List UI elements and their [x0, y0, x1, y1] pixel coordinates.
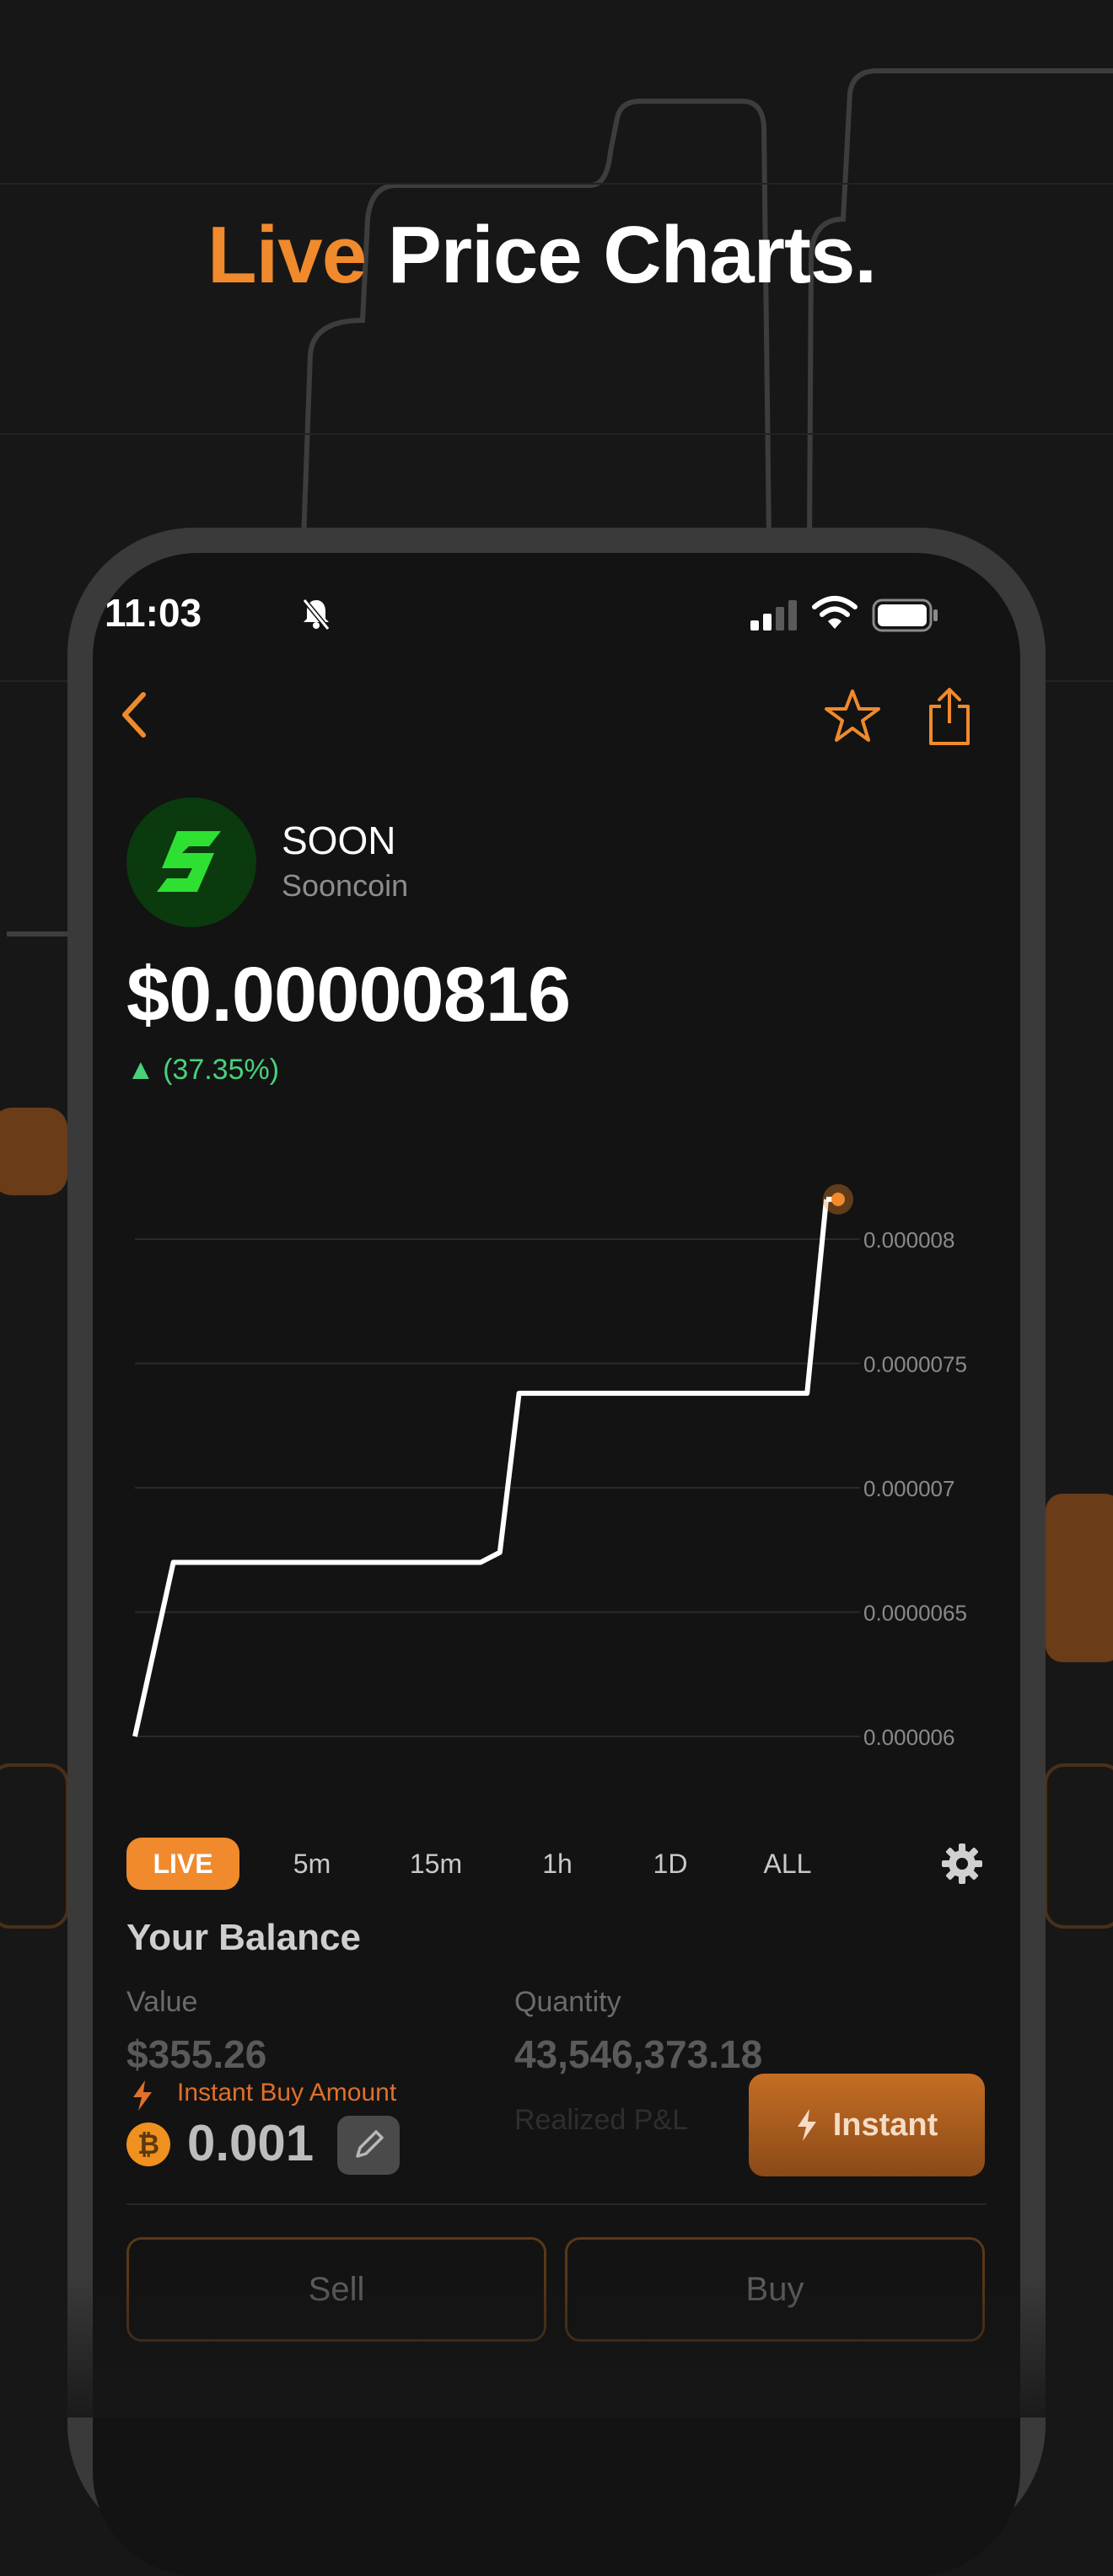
lightning-icon — [797, 2109, 816, 2141]
tab-1d[interactable]: 1D — [632, 1838, 708, 1890]
instant-buy-amount: 0.001 — [187, 2115, 315, 2171]
battery-icon — [872, 598, 938, 632]
tab-all[interactable]: ALL — [745, 1838, 830, 1890]
bell-muted-icon — [302, 598, 331, 631]
balance-quantity: 43,546,373.18 — [514, 2032, 763, 2076]
tab-5m[interactable]: 5m — [270, 1838, 354, 1890]
time-range-tabs: LIVE 5m 15m 1h 1D ALL — [126, 1838, 868, 1890]
pencil-icon — [356, 2130, 384, 2158]
sooncoin-logo-icon — [157, 831, 221, 892]
gear-icon[interactable] — [941, 1843, 983, 1885]
y-tick-label: 0.000006 — [863, 1725, 954, 1750]
instant-buy-button[interactable]: Instant — [749, 2074, 985, 2176]
coin-logo — [126, 797, 256, 927]
tab-15m[interactable]: 15m — [390, 1838, 482, 1890]
instant-button-label: Instant — [832, 2106, 938, 2143]
share-icon[interactable] — [924, 684, 975, 747]
headline-rest: Price Charts. — [387, 210, 877, 300]
balance-title: Your Balance — [126, 1917, 361, 1958]
y-tick-label: 0.000008 — [863, 1227, 954, 1253]
headline: Live Price Charts. — [0, 209, 1083, 302]
instant-buy-amount-label: Instant Buy Amount — [177, 2079, 397, 2106]
cellular-signal-icon — [750, 600, 797, 631]
lightning-icon — [133, 2080, 152, 2111]
bottom-fade — [0, 2276, 1113, 2418]
edit-amount-button[interactable] — [337, 2116, 400, 2175]
coin-price: $0.00000816 — [126, 952, 571, 1038]
y-tick-label: 0.0000075 — [863, 1352, 967, 1377]
realized-pnl-label: Realized P&L — [514, 2104, 689, 2136]
quantity-label: Quantity — [514, 1986, 621, 2018]
live-point-marker — [831, 1192, 845, 1206]
status-time: 11:03 — [105, 591, 202, 635]
divider — [126, 2203, 987, 2205]
tab-1h[interactable]: 1h — [519, 1838, 595, 1890]
value-label: Value — [126, 1986, 198, 2018]
y-tick-label: 0.000007 — [863, 1476, 954, 1501]
headline-accent: Live — [207, 210, 367, 300]
tab-live[interactable]: LIVE — [126, 1838, 239, 1890]
star-favorite-icon[interactable] — [823, 688, 882, 743]
price-change: ▲ (37.35%) — [126, 1054, 280, 1086]
balance-value: $355.26 — [126, 2032, 267, 2076]
price-chart: 0.000008 0.0000075 0.000007 0.0000065 0.0000… — [132, 1183, 967, 1750]
price-series-line — [132, 1199, 829, 1737]
back-chevron-icon[interactable] — [118, 690, 152, 740]
wifi-icon — [812, 596, 858, 629]
bitcoin-icon: ₿ — [126, 2123, 170, 2166]
coin-name: Sooncoin — [282, 868, 409, 903]
y-tick-label: 0.0000065 — [863, 1601, 967, 1626]
coin-ticker: SOON — [282, 818, 396, 862]
